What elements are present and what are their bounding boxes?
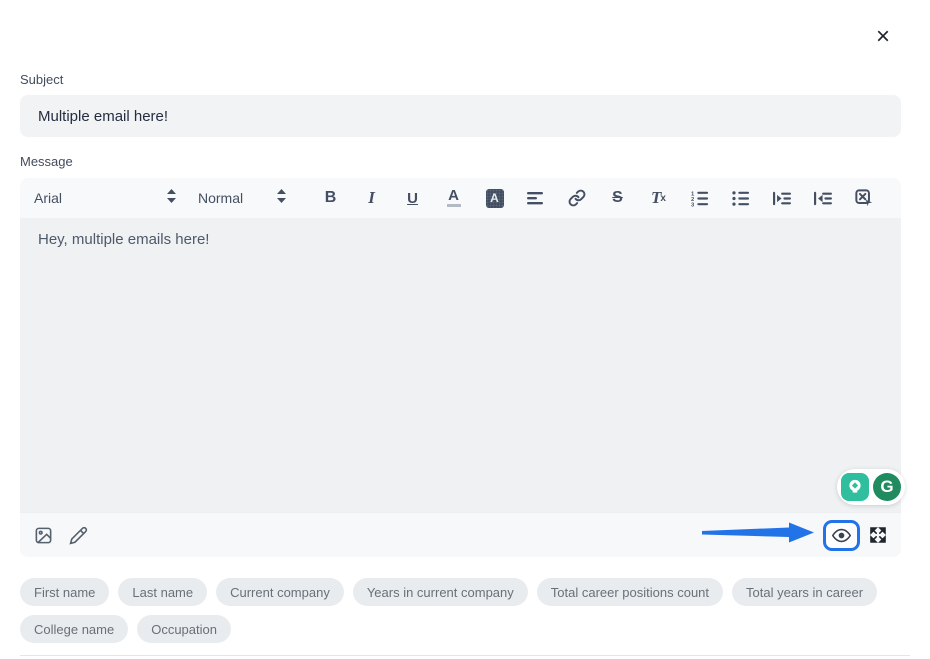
text-color-icon[interactable]: A [445, 187, 463, 209]
bottom-divider [20, 655, 910, 656]
font-family-value: Arial [34, 190, 62, 206]
message-body-text: Hey, multiple emails here! [38, 231, 883, 248]
align-icon[interactable] [527, 187, 545, 209]
preview-eye-icon[interactable] [823, 520, 860, 551]
merge-tag-total-years-in-career[interactable]: Total years in career [732, 578, 877, 606]
updown-arrows-icon [277, 189, 286, 208]
merge-tag-years-in-current-company[interactable]: Years in current company [353, 578, 528, 606]
strikethrough-icon[interactable]: S [609, 187, 627, 209]
merge-tag-first-name[interactable]: First name [20, 578, 109, 606]
merge-tag-college-name[interactable]: College name [20, 615, 128, 643]
expand-fullscreen-icon[interactable] [869, 526, 887, 544]
paragraph-format-value: Normal [198, 190, 243, 206]
annotation-arrow [702, 521, 814, 550]
merge-tag-occupation[interactable]: Occupation [137, 615, 231, 643]
grammarly-icon[interactable]: G [873, 473, 901, 501]
message-label: Message [20, 154, 73, 169]
merge-tag-last-name[interactable]: Last name [118, 578, 207, 606]
clear-formatting-icon[interactable]: Tx [650, 187, 668, 209]
indent-increase-icon[interactable] [773, 187, 791, 209]
underline-icon[interactable]: U [404, 187, 422, 209]
rich-text-editor: Arial Normal B I U A A [20, 178, 901, 557]
subject-label: Subject [20, 72, 63, 87]
editor-toolbar: Arial Normal B I U A A [20, 178, 901, 218]
bold-icon[interactable]: B [322, 187, 340, 209]
insert-image-icon[interactable] [34, 526, 53, 545]
ordered-list-icon[interactable]: 1 2 3 [691, 187, 709, 209]
updown-arrows-icon [167, 189, 176, 208]
link-icon[interactable] [568, 187, 586, 209]
signature-pen-icon[interactable] [69, 526, 88, 545]
compose-email-modal: × Subject Message Arial Normal B I U A [0, 0, 930, 659]
italic-icon[interactable]: I [363, 187, 381, 209]
close-icon[interactable]: × [870, 24, 896, 50]
grammarly-widget[interactable]: G [837, 469, 905, 505]
font-family-select[interactable]: Arial [34, 189, 176, 208]
merge-tag-total-career-positions-count[interactable]: Total career positions count [537, 578, 723, 606]
svg-text:3: 3 [691, 202, 695, 207]
editor-footer [20, 512, 901, 557]
paragraph-format-select[interactable]: Normal [198, 189, 286, 208]
indent-decrease-icon[interactable] [814, 187, 832, 209]
merge-tag-current-company[interactable]: Current company [216, 578, 344, 606]
subject-input[interactable] [20, 95, 901, 137]
merge-tag-chips: First name Last name Current company Yea… [20, 578, 902, 643]
remove-element-icon[interactable] [855, 187, 873, 209]
message-body-editor[interactable]: Hey, multiple emails here! G [20, 218, 901, 512]
background-color-icon[interactable]: A [486, 187, 504, 209]
suggestion-bulb-icon[interactable] [841, 473, 869, 501]
bullet-list-icon[interactable] [732, 187, 750, 209]
